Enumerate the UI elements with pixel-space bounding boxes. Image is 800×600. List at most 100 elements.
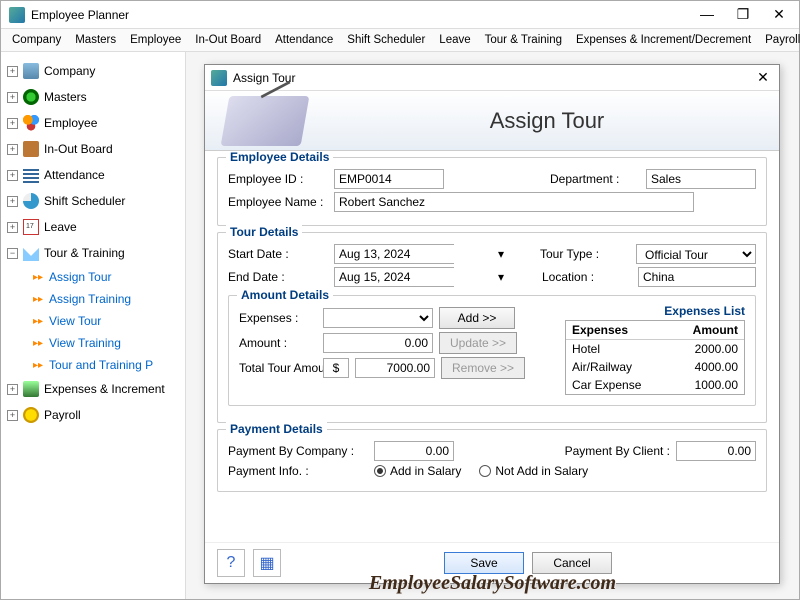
employee-id-label: Employee ID : — [228, 172, 328, 186]
tour-icon — [23, 245, 39, 261]
end-date-picker[interactable]: ▾ — [334, 267, 454, 287]
sidebar-item-attendance[interactable]: +Attendance — [3, 162, 183, 188]
payment-company-label: Payment By Company : — [228, 444, 368, 458]
menu-expenses-increment-decrement[interactable]: Expenses & Increment/Decrement — [571, 32, 756, 48]
group-title: Employee Details — [226, 151, 333, 164]
payment-details-group: Payment Details Payment By Company : Pay… — [217, 429, 767, 492]
expand-icon[interactable]: + — [7, 92, 18, 103]
expenses-select[interactable] — [323, 308, 433, 328]
menu-in-out-board[interactable]: In-Out Board — [190, 32, 266, 48]
menu-company[interactable]: Company — [7, 32, 66, 48]
leave-icon — [23, 219, 39, 235]
sidebar-subitem-assign-training[interactable]: ▸▸Assign Training — [31, 288, 183, 310]
maximize-button[interactable]: ❐ — [731, 6, 755, 23]
dialog-header: Assign Tour — [205, 91, 779, 151]
sidebar-label: Leave — [44, 220, 77, 234]
group-title: Payment Details — [226, 422, 327, 436]
menu-tour-training[interactable]: Tour & Training — [480, 32, 567, 48]
expand-icon[interactable]: + — [7, 410, 18, 421]
minimize-button[interactable]: — — [695, 6, 719, 23]
menu-payroll[interactable]: Payroll — [760, 32, 800, 48]
tour-details-group: Tour Details Start Date : ▾ Tour Type : … — [217, 232, 767, 423]
tour-type-label: Tour Type : — [540, 247, 630, 261]
menu-masters[interactable]: Masters — [70, 32, 121, 48]
start-date-input[interactable] — [335, 245, 498, 263]
sidebar-item-masters[interactable]: +Masters — [3, 84, 183, 110]
menu-employee[interactable]: Employee — [125, 32, 186, 48]
expense-name: Air/Railway — [566, 358, 676, 376]
payment-company-field[interactable] — [374, 441, 454, 461]
dialog-title: Assign Tour — [233, 71, 753, 85]
expense-row[interactable]: Car Expense1000.00 — [566, 376, 744, 394]
menu-shift-scheduler[interactable]: Shift Scheduler — [342, 32, 430, 48]
sidebar-item-payroll[interactable]: +Payroll — [3, 402, 183, 428]
sidebar-label: Tour & Training — [44, 246, 125, 260]
close-button[interactable]: ✕ — [767, 6, 791, 23]
expand-icon[interactable]: + — [7, 170, 18, 181]
expense-row[interactable]: Air/Railway4000.00 — [566, 358, 744, 376]
add-expense-button[interactable]: Add >> — [439, 307, 515, 329]
not-add-in-salary-radio[interactable]: Not Add in Salary — [479, 464, 588, 478]
expand-icon[interactable]: − — [7, 248, 18, 259]
sidebar-subitem-tour-and-training-p[interactable]: ▸▸Tour and Training P — [31, 354, 183, 376]
chevron-down-icon[interactable]: ▾ — [498, 247, 504, 261]
expense-amount: 4000.00 — [676, 358, 744, 376]
amount-details-group: Amount Details Expenses : Add >> — [228, 295, 756, 406]
sidebar-subitem-view-tour[interactable]: ▸▸View Tour — [31, 310, 183, 332]
sidebar-item-leave[interactable]: + Leave — [3, 214, 183, 240]
sidebar-item-shift-scheduler[interactable]: + Shift Scheduler — [3, 188, 183, 214]
help-icon[interactable]: ? — [217, 549, 245, 577]
menu-leave[interactable]: Leave — [434, 32, 475, 48]
chevron-down-icon[interactable]: ▾ — [498, 270, 504, 284]
expense-amount: 2000.00 — [676, 340, 744, 358]
app-icon — [9, 7, 25, 23]
remove-expense-button: Remove >> — [441, 357, 525, 379]
amount-label: Amount : — [239, 336, 317, 350]
expand-icon[interactable]: + — [7, 384, 18, 395]
end-date-label: End Date : — [228, 270, 328, 284]
dialog-close-button[interactable]: ✕ — [753, 69, 773, 86]
currency-field — [323, 358, 349, 378]
location-field[interactable] — [638, 267, 756, 287]
sidebar-label: Shift Scheduler — [44, 194, 125, 208]
calculator-icon[interactable]: ▦ — [253, 549, 281, 577]
sidebar-item-expenses-increment[interactable]: +Expenses & Increment — [3, 376, 183, 402]
group-title: Amount Details — [237, 288, 333, 302]
employee-details-group: Employee Details Employee ID : Departmen… — [217, 157, 767, 226]
expense-icon — [23, 381, 39, 397]
payroll-icon — [23, 407, 39, 423]
sidebar-item-employee[interactable]: +Employee — [3, 110, 183, 136]
company-icon — [23, 63, 39, 79]
sidebar-item-in-out-board[interactable]: +In-Out Board — [3, 136, 183, 162]
expense-row[interactable]: Hotel2000.00 — [566, 340, 744, 358]
expand-icon[interactable]: + — [7, 222, 18, 233]
col-expense-header: Expenses — [566, 321, 676, 339]
expand-icon[interactable]: + — [7, 144, 18, 155]
tour-type-select[interactable]: Official Tour — [636, 244, 756, 264]
save-button[interactable]: Save — [444, 552, 524, 574]
attendance-icon — [23, 167, 39, 183]
end-date-input[interactable] — [335, 268, 498, 286]
col-amount-header: Amount — [676, 321, 744, 339]
menu-attendance[interactable]: Attendance — [270, 32, 338, 48]
sidebar-label: Company — [44, 64, 95, 78]
expand-icon[interactable]: + — [7, 66, 18, 77]
sidebar-subitem-view-training[interactable]: ▸▸View Training — [31, 332, 183, 354]
amount-field[interactable] — [323, 333, 433, 353]
total-amount-field — [355, 358, 435, 378]
add-in-salary-radio[interactable]: Add in Salary — [374, 464, 461, 478]
expand-icon[interactable]: + — [7, 118, 18, 129]
shift-icon — [23, 193, 39, 209]
employee-name-field[interactable] — [334, 192, 694, 212]
department-field[interactable] — [646, 169, 756, 189]
cancel-button[interactable]: Cancel — [532, 552, 612, 574]
start-date-picker[interactable]: ▾ — [334, 244, 454, 264]
payment-client-field[interactable] — [676, 441, 756, 461]
expand-icon[interactable]: + — [7, 196, 18, 207]
employee-id-field[interactable] — [334, 169, 444, 189]
sidebar-tree: + Company +Masters+Employee+In-Out Board+A… — [1, 52, 186, 599]
sidebar-subitem-assign-tour[interactable]: ▸▸Assign Tour — [31, 266, 183, 288]
sidebar-item-tour-training[interactable]: − Tour & Training — [3, 240, 183, 266]
sidebar-item-company[interactable]: + Company — [3, 58, 183, 84]
payment-client-label: Payment By Client : — [565, 444, 670, 458]
